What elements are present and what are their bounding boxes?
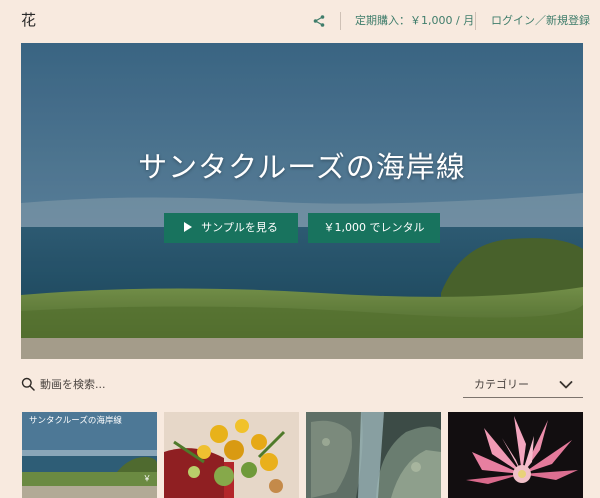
search-icon xyxy=(21,377,35,391)
share-icon[interactable] xyxy=(312,14,326,28)
video-thumbnail[interactable] xyxy=(448,412,583,498)
brand-logo[interactable]: 花 xyxy=(21,10,36,30)
watch-sample-label: サンプルを見る xyxy=(201,221,278,234)
play-icon xyxy=(184,222,193,232)
top-bar: 花 定期購入：￥1,000 / 月 ログイン／新規登録 xyxy=(0,0,600,42)
rent-label: ￥1,000 でレンタル xyxy=(323,221,425,234)
hero-background-image xyxy=(21,43,583,359)
category-label: カテゴリー xyxy=(474,378,529,391)
login-signup-link[interactable]: ログイン／新規登録 xyxy=(491,13,590,29)
thumbnail-image-dahlia xyxy=(448,412,583,498)
category-select[interactable]: カテゴリー xyxy=(463,372,583,398)
thumbnail-title: サンタクルーズの海岸線 xyxy=(29,416,122,426)
thumbnail-image-flowers xyxy=(164,412,299,498)
thumbnail-price: ￥ xyxy=(143,474,151,483)
search-input[interactable] xyxy=(40,374,260,394)
chevron-down-icon xyxy=(559,381,573,389)
rent-button[interactable]: ￥1,000 でレンタル xyxy=(308,213,440,243)
header-divider xyxy=(340,12,341,30)
subscription-link[interactable]: 定期購入：￥1,000 / 月 xyxy=(355,13,474,29)
video-thumbnail[interactable]: サンタクルーズの海岸線 ￥ xyxy=(22,412,157,498)
video-thumbnail[interactable] xyxy=(306,412,441,498)
hero-banner: サンタクルーズの海岸線 サンプルを見る ￥1,000 でレンタル xyxy=(21,43,583,359)
header-divider xyxy=(475,12,476,30)
thumbnail-image-rocks xyxy=(306,412,441,498)
video-thumbnail[interactable] xyxy=(164,412,299,498)
watch-sample-button[interactable]: サンプルを見る xyxy=(164,213,298,243)
hero-title: サンタクルーズの海岸線 xyxy=(138,150,466,184)
